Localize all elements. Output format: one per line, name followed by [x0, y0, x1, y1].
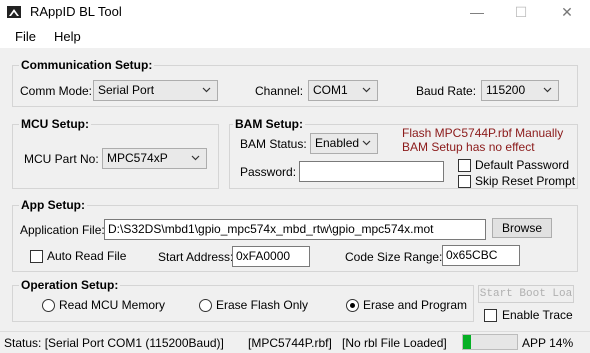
skip-reset-checkbox[interactable]	[458, 175, 471, 188]
app-logo-icon	[7, 6, 21, 18]
application-file-label: Application File:	[20, 223, 105, 237]
channel-select[interactable]: COM1	[308, 80, 378, 101]
code-size-input[interactable]: 0x65CBC	[442, 245, 520, 266]
erase-flash-radio[interactable]	[199, 299, 212, 312]
comm-mode-label: Comm Mode:	[20, 84, 93, 98]
start-address-label: Start Address:	[158, 250, 234, 264]
status-text: Status: [Serial Port COM1 (115200Baud)]	[4, 336, 224, 350]
bam-note-line1: Flash MPC5744P.rbf Manually	[402, 126, 564, 140]
start-address-input[interactable]: 0xFA0000	[232, 246, 310, 267]
code-size-label: Code Size Range:	[345, 250, 443, 264]
bam-status-value: Enabled	[315, 136, 360, 150]
status-rbl: [No rbl File Loaded]	[342, 336, 447, 350]
minimize-button[interactable]: —	[454, 2, 500, 22]
menu-bar	[0, 24, 590, 48]
menu-help[interactable]: Help	[54, 29, 81, 44]
bam-status-select[interactable]: Enabled	[310, 133, 378, 154]
baud-rate-value: 115200	[486, 83, 526, 97]
default-password-checkbox[interactable]	[458, 159, 471, 172]
application-file-input[interactable]: D:\S32DS\mbd1\gpio_mpc574x_mbd_rtw\gpio_…	[104, 219, 486, 240]
auto-read-label: Auto Read File	[47, 249, 127, 263]
browse-button[interactable]: Browse	[492, 218, 552, 238]
auto-read-checkbox[interactable]	[30, 250, 43, 263]
read-mcu-radio[interactable]	[42, 299, 55, 312]
comm-mode-select[interactable]: Serial Port	[93, 80, 218, 101]
bam-status-label: BAM Status:	[240, 137, 307, 151]
start-boot-loader-button[interactable]: Start Boot Loa	[478, 285, 574, 303]
comm-mode-value: Serial Port	[98, 83, 155, 97]
baud-rate-select[interactable]: 115200	[481, 80, 559, 101]
erase-program-label: Erase and Program	[363, 298, 468, 312]
password-label: Password:	[240, 165, 297, 179]
bam-setup-title: BAM Setup:	[233, 117, 305, 131]
menu-file[interactable]: File	[15, 29, 36, 44]
app-setup-title: App Setup:	[19, 198, 87, 212]
chevron-down-icon	[362, 140, 371, 146]
mcu-part-value: MPC574xP	[107, 151, 168, 165]
progress-bar	[462, 334, 518, 350]
chevron-down-icon	[362, 87, 371, 93]
password-input[interactable]	[299, 161, 444, 182]
operation-setup-title: Operation Setup:	[19, 278, 121, 292]
chevron-down-icon	[191, 155, 200, 161]
progress-fill	[463, 335, 471, 349]
chevron-down-icon	[543, 87, 552, 93]
default-password-label: Default Password	[475, 158, 570, 172]
chevron-down-icon	[202, 87, 211, 93]
close-button[interactable]: ✕	[544, 2, 590, 22]
erase-program-radio[interactable]	[346, 299, 359, 312]
erase-flash-label: Erase Flash Only	[216, 298, 309, 312]
channel-value: COM1	[313, 83, 348, 97]
read-mcu-label: Read MCU Memory	[59, 298, 166, 312]
app-progress-label: APP 14%	[522, 336, 574, 350]
bam-note-line2: BAM Setup has no effect	[402, 140, 535, 154]
mcu-part-select[interactable]: MPC574xP	[102, 148, 207, 169]
mcu-part-label: MCU Part No:	[24, 152, 99, 166]
channel-label: Channel:	[255, 84, 304, 98]
enable-trace-label: Enable Trace	[502, 308, 573, 322]
baud-rate-label: Baud Rate:	[416, 84, 477, 98]
mcu-setup-title: MCU Setup:	[19, 117, 91, 131]
maximize-button[interactable]: ☐	[498, 2, 544, 22]
enable-trace-checkbox[interactable]	[484, 309, 497, 322]
communication-setup-title: Communication Setup:	[19, 58, 155, 72]
status-rbf: [MPC5744P.rbf]	[248, 336, 332, 350]
window-title: RAppID BL Tool	[30, 4, 122, 19]
skip-reset-label: Skip Reset Prompt	[475, 174, 576, 188]
